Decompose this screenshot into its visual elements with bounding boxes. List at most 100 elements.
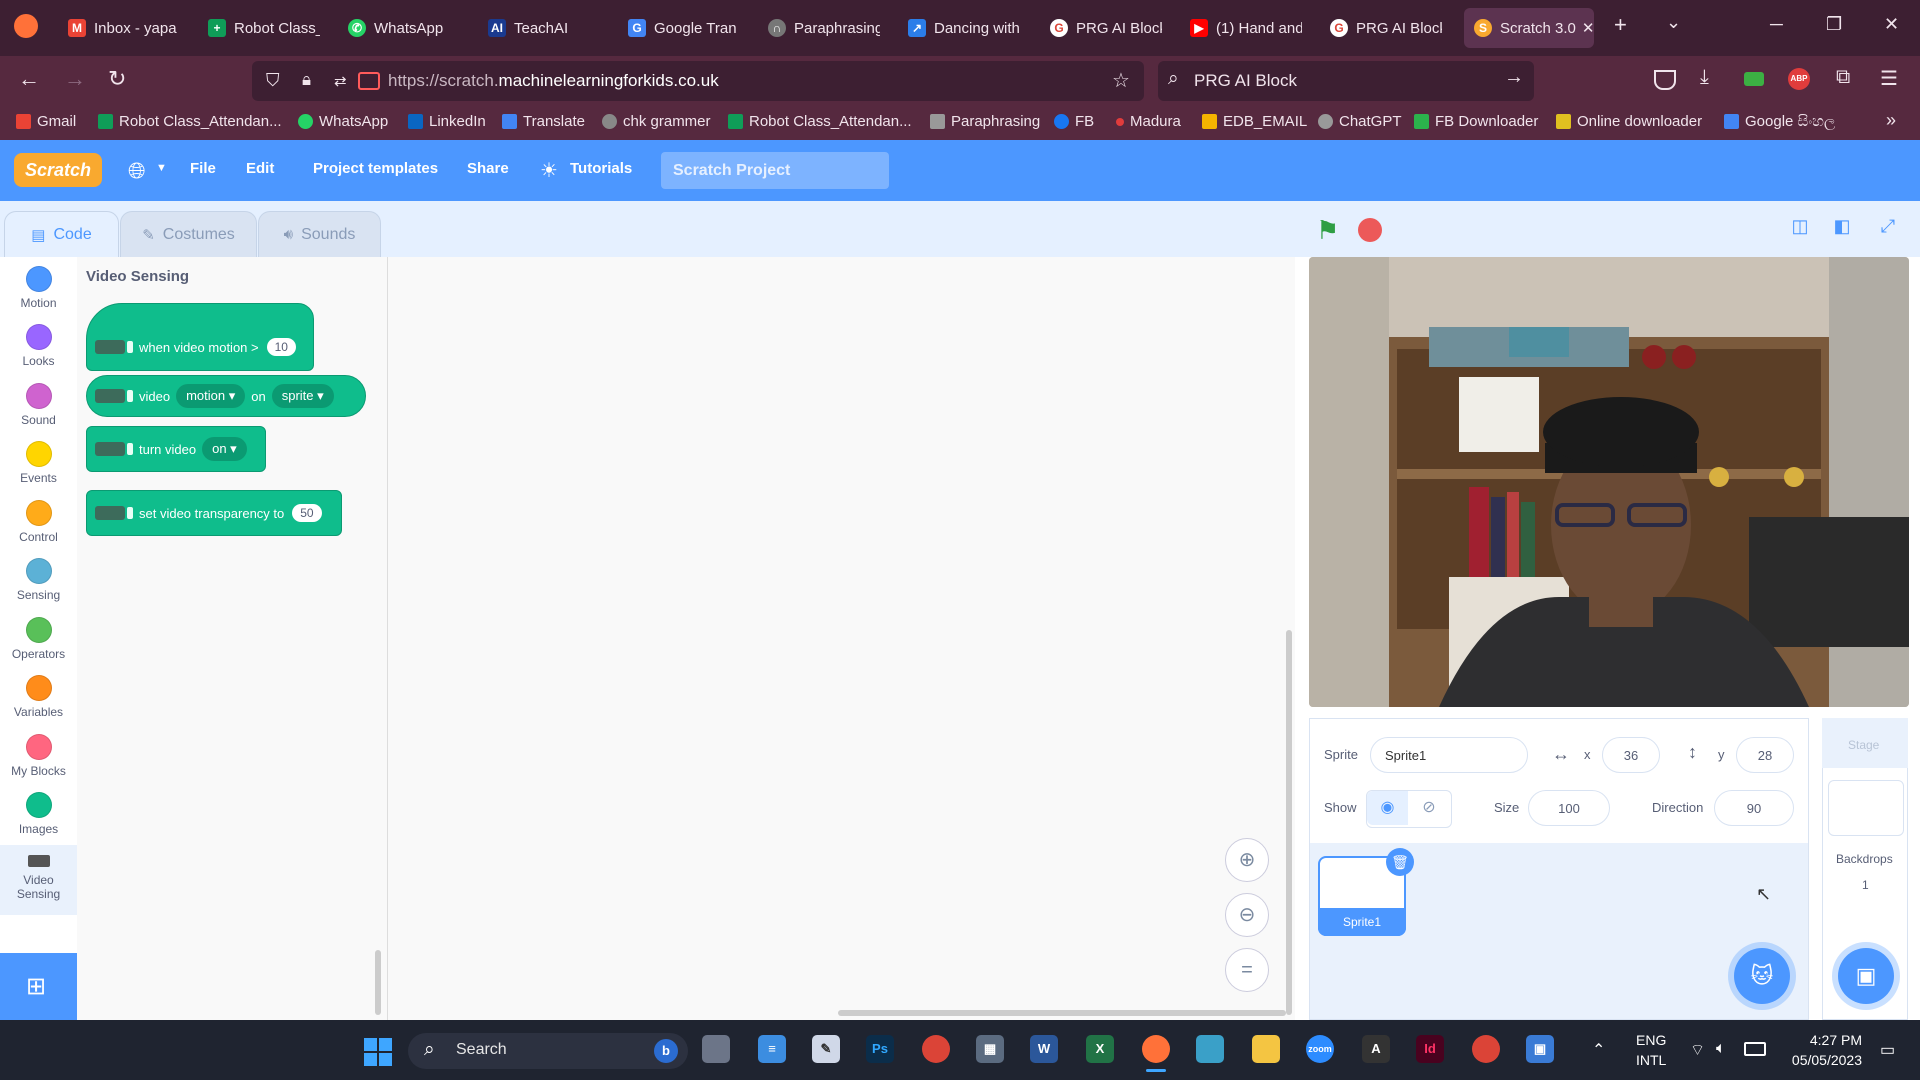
sprite-name-input[interactable]: Sprite1 xyxy=(1370,737,1528,773)
acrobat-icon[interactable]: A xyxy=(1362,1035,1390,1063)
bookmark-edb-email[interactable]: EDB_EMAIL xyxy=(1202,113,1307,130)
excel-icon[interactable]: X xyxy=(1086,1035,1114,1063)
tab-scratch[interactable]: S Scratch 3.0 ✕ xyxy=(1464,8,1594,48)
bookmark-whatsapp[interactable]: WhatsApp xyxy=(298,113,388,130)
menu-file[interactable]: File xyxy=(190,160,216,177)
bing-icon[interactable]: b xyxy=(654,1039,678,1063)
bookmark-fb-downloader[interactable]: FB Downloader xyxy=(1414,113,1538,130)
firefox-icon[interactable] xyxy=(14,14,38,38)
more-bookmarks-icon[interactable]: » xyxy=(1886,110,1896,131)
category-events[interactable]: Events xyxy=(0,441,77,485)
script-workspace[interactable] xyxy=(388,257,1295,1020)
fullscreen-icon[interactable]: ⤢ xyxy=(1874,216,1902,242)
zoom-in-button[interactable]: ⊕ xyxy=(1225,838,1269,882)
camera-permission-icon[interactable] xyxy=(358,72,380,90)
y-position-input[interactable]: 28 xyxy=(1736,737,1794,773)
tab-inbox[interactable]: M Inbox - yapa xyxy=(68,8,180,48)
bookmark-robot-class-1[interactable]: Robot Class_Attendan... xyxy=(98,113,282,130)
small-stage-icon[interactable]: ◫ xyxy=(1786,216,1814,242)
menu-icon[interactable]: ☰ xyxy=(1880,66,1898,91)
show-eye-icon[interactable]: ◉ xyxy=(1367,791,1408,825)
edge-icon[interactable] xyxy=(1196,1035,1224,1063)
choose-backdrop-button[interactable]: ▣ xyxy=(1838,948,1894,1004)
clock-date[interactable]: 05/05/2023 xyxy=(1780,1052,1862,1068)
file-explorer-icon[interactable] xyxy=(1252,1035,1280,1063)
project-title-input[interactable]: Scratch Project xyxy=(661,152,889,189)
chevron-down-icon[interactable]: ▼ xyxy=(156,162,167,174)
battery-icon[interactable] xyxy=(1744,1042,1766,1056)
permissions-icon[interactable]: ⇄ xyxy=(334,72,347,90)
lock-icon[interactable]: 🔒︎ xyxy=(302,70,311,90)
tab-sounds[interactable]: 🔊︎ Sounds xyxy=(258,211,381,257)
stage-canvas[interactable] xyxy=(1309,257,1909,707)
menu-tutorials[interactable]: Tutorials xyxy=(570,160,632,177)
clock-time[interactable]: 4:27 PM xyxy=(1786,1032,1862,1048)
tab-code[interactable]: ▤ Code xyxy=(4,211,119,257)
block-when-video-motion[interactable]: when video motion > 10 xyxy=(86,303,314,371)
search-go-icon[interactable]: → xyxy=(1504,66,1524,89)
workspace-vertical-scrollbar[interactable] xyxy=(1286,630,1292,1015)
zoom-out-button[interactable]: ⊖ xyxy=(1225,893,1269,937)
block-set-video-transparency[interactable]: set video transparency to 50 xyxy=(86,490,342,536)
windows-start-icon[interactable] xyxy=(364,1038,392,1066)
bookmark-robot-class-2[interactable]: Robot Class_Attendan... xyxy=(728,113,912,130)
tab-prg-ai-block-1[interactable]: G PRG AI Block xyxy=(1050,8,1162,48)
firefox-taskbar-icon[interactable] xyxy=(1142,1035,1170,1063)
category-operators[interactable]: Operators xyxy=(0,617,77,661)
wifi-icon[interactable]: ⌔ xyxy=(1690,1040,1705,1060)
calculator-icon[interactable]: ▦ xyxy=(976,1035,1004,1063)
adblock-icon[interactable]: ABP xyxy=(1788,68,1810,90)
block-video-attribute[interactable]: video motion ▾ on sprite ▾ xyxy=(86,375,366,417)
close-tab-icon[interactable]: ✕ xyxy=(1582,19,1594,37)
stage-backdrop-thumbnail[interactable] xyxy=(1828,780,1904,836)
notes-icon[interactable]: ✎ xyxy=(812,1035,840,1063)
menu-project-templates[interactable]: Project templates xyxy=(313,160,438,177)
notepad-icon[interactable]: ≡ xyxy=(758,1035,786,1063)
tab-whatsapp[interactable]: ✆ WhatsApp xyxy=(348,8,460,48)
bookmark-madura[interactable]: Madura xyxy=(1116,113,1181,130)
minimize-icon[interactable]: ─ xyxy=(1770,14,1783,35)
video-target-dropdown[interactable]: sprite ▾ xyxy=(271,384,334,408)
zoom-reset-button[interactable]: = xyxy=(1225,948,1269,992)
language-primary[interactable]: ENG xyxy=(1636,1032,1666,1048)
hide-eye-icon[interactable]: ⊘ xyxy=(1409,791,1449,825)
extension-green-icon[interactable] xyxy=(1744,72,1764,86)
category-my-blocks[interactable]: My Blocks xyxy=(0,734,77,778)
bookmark-paraphrasing[interactable]: Paraphrasing xyxy=(930,113,1040,130)
url-text[interactable]: https://scratch.machinelearningforkids.c… xyxy=(388,71,719,91)
restore-icon[interactable]: ❐ xyxy=(1826,14,1842,35)
delete-sprite-icon[interactable]: 🗑︎ xyxy=(1386,848,1414,876)
tab-google-translate[interactable]: G Google Tran xyxy=(628,8,740,48)
bookmark-gmail[interactable]: Gmail xyxy=(16,113,76,130)
menu-edit[interactable]: Edit xyxy=(246,160,274,177)
photoshop-icon[interactable]: Ps xyxy=(866,1035,894,1063)
transparency-input[interactable]: 50 xyxy=(292,504,322,522)
tab-prg-ai-block-2[interactable]: G PRG AI Block xyxy=(1330,8,1442,48)
tab-teachai[interactable]: AI TeachAI xyxy=(488,8,600,48)
search-bar-text[interactable]: PRG AI Block xyxy=(1194,71,1297,91)
camera-app-icon[interactable]: ▣ xyxy=(1526,1035,1554,1063)
add-extension-icon[interactable]: ⊞ xyxy=(26,972,46,1001)
bookmark-chk-grammer[interactable]: chk grammer xyxy=(602,113,711,130)
menu-share[interactable]: Share xyxy=(467,160,509,177)
pocket-icon[interactable] xyxy=(1654,70,1676,90)
tab-costumes[interactable]: ✎ Costumes xyxy=(120,211,257,257)
bookmark-star-icon[interactable]: ☆ xyxy=(1112,68,1130,93)
category-images[interactable]: Images xyxy=(0,792,77,836)
category-looks[interactable]: Looks xyxy=(0,324,77,368)
zoom-app-icon[interactable]: zoom xyxy=(1306,1035,1334,1063)
notifications-icon[interactable]: ▭ xyxy=(1880,1040,1895,1060)
back-icon[interactable]: ← xyxy=(18,66,40,92)
scratch-logo[interactable]: Scratch xyxy=(14,153,102,187)
new-tab-icon[interactable]: + xyxy=(1614,12,1627,38)
motion-threshold-input[interactable]: 10 xyxy=(266,338,296,356)
palette-scrollbar[interactable] xyxy=(375,950,381,1015)
tab-paraphrasing[interactable]: ∩ Paraphrasing xyxy=(768,8,880,48)
direction-input[interactable]: 90 xyxy=(1714,790,1794,826)
large-stage-icon[interactable]: ◧ xyxy=(1828,216,1856,242)
close-window-icon[interactable]: ✕ xyxy=(1884,14,1899,35)
stop-icon[interactable] xyxy=(1358,218,1382,242)
shield-icon[interactable]: ⛉ xyxy=(266,70,280,91)
category-sensing[interactable]: Sensing xyxy=(0,558,77,602)
x-position-input[interactable]: 36 xyxy=(1602,737,1660,773)
